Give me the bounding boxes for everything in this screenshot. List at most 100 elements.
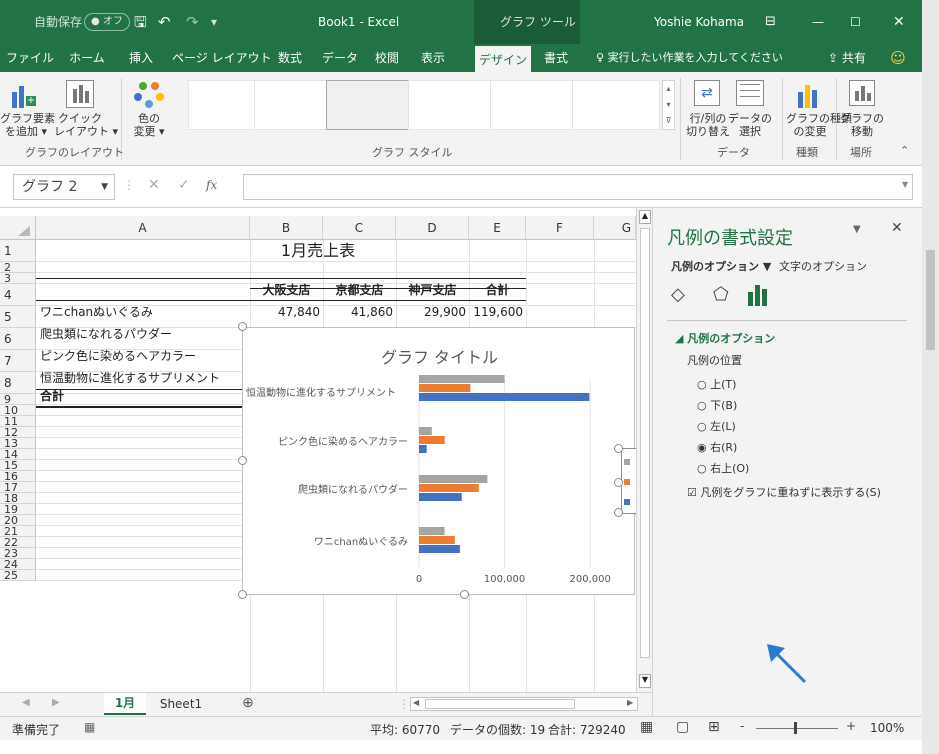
save-icon[interactable]: 🖫	[134, 0, 147, 44]
zoom-slider-thumb[interactable]	[794, 722, 797, 734]
legend-position-option-1[interactable]: ○ 上(T)	[697, 376, 736, 392]
bar-1-3[interactable]	[419, 527, 445, 535]
zoom-level[interactable]: 100%	[870, 721, 904, 735]
row-header-5[interactable]: 5	[0, 306, 36, 328]
bar-4-3[interactable]	[419, 375, 505, 383]
normal-view-icon[interactable]: ▦	[640, 719, 653, 735]
legend-position-option-5[interactable]: ○ 右上(O)	[697, 460, 749, 476]
effects-icon[interactable]: ⬠	[713, 284, 729, 305]
close-icon[interactable]: ✕	[893, 0, 905, 44]
bar-1-1[interactable]	[419, 545, 460, 553]
zoom-in-icon[interactable]: +	[846, 719, 856, 733]
prev-sheet-icon[interactable]: ◀	[22, 697, 30, 708]
select-data-icon[interactable]	[736, 80, 764, 106]
insert-function-icon[interactable]: fx	[206, 178, 217, 192]
radio-icon[interactable]: ○	[697, 462, 710, 475]
legend-handle-bl[interactable]	[614, 508, 623, 517]
smiley-feedback-icon[interactable]: ☺	[888, 44, 908, 72]
tab-formulas[interactable]: 数式	[273, 44, 307, 72]
change-chart-type-button[interactable]: グラフの種類 の変更	[786, 112, 852, 138]
tab-insert[interactable]: 挿入	[124, 44, 158, 72]
header-kyoto[interactable]: 京都支店	[323, 279, 396, 301]
zoom-out-icon[interactable]: -	[740, 719, 744, 733]
window-scrollbar[interactable]	[922, 0, 939, 754]
tab-page-layout[interactable]: ページ レイアウト	[172, 44, 272, 72]
radio-icon[interactable]: ○	[697, 378, 710, 391]
item-1-total[interactable]: 119,600	[469, 301, 523, 323]
chart-object[interactable]: グラフ タイトル ワニchanぬいぐるみ 爬虫類になれるパウダー ピンク色に染めるヘ…	[242, 327, 635, 595]
page-break-view-icon[interactable]: ⊞	[708, 719, 720, 735]
column-header-a[interactable]: A	[36, 216, 250, 240]
bar-3-2[interactable]	[419, 436, 445, 444]
switch-row-column-icon[interactable]: ⇄	[694, 80, 720, 106]
add-chart-element-icon[interactable]: +	[10, 80, 40, 110]
tab-review[interactable]: 校閲	[370, 44, 404, 72]
column-header-b[interactable]: B	[250, 216, 323, 240]
quick-layout-icon[interactable]	[66, 80, 94, 108]
tab-view[interactable]: 表示	[416, 44, 450, 72]
legend-position-option-4[interactable]: ◉ 右(R)	[697, 439, 737, 455]
undo-icon[interactable]: ↶	[158, 0, 171, 44]
chart-style-6[interactable]	[572, 80, 660, 130]
total-label[interactable]: 合計	[40, 385, 240, 407]
row-header-3[interactable]: 3	[0, 273, 36, 284]
bar-4-1[interactable]	[419, 393, 590, 401]
bar-2-2[interactable]	[419, 484, 479, 492]
column-header-c[interactable]: C	[323, 216, 396, 240]
bar-4-2[interactable]	[419, 384, 471, 392]
name-box[interactable]: グラフ 2 ▼	[13, 174, 115, 200]
column-header-e[interactable]: E	[469, 216, 526, 240]
header-total[interactable]: 合計	[469, 279, 526, 301]
tell-me-box[interactable]: ♀ 実行したい作業を入力してください	[596, 44, 783, 72]
user-name[interactable]: Yoshie Kohama	[654, 0, 744, 44]
autosave-toggle[interactable]: ● オフ	[84, 13, 130, 31]
scroll-down-icon[interactable]: ▼	[639, 674, 651, 688]
sheet-tab-jan[interactable]: 1月	[104, 693, 146, 715]
row-header-4[interactable]: 4	[0, 284, 36, 306]
select-data-button[interactable]: データの 選択	[726, 112, 774, 138]
vertical-scrollbar[interactable]: ▲ ▼	[636, 208, 652, 692]
pane-options-icon[interactable]: ▼	[853, 224, 861, 235]
formula-input[interactable]	[243, 174, 913, 200]
pane-close-icon[interactable]: ✕	[891, 220, 903, 236]
chart-style-5[interactable]	[490, 80, 578, 130]
item-name-1[interactable]: ワニchanぬいぐるみ	[40, 301, 250, 323]
bar-3-1[interactable]	[419, 445, 427, 453]
select-all-button[interactable]	[0, 216, 36, 240]
scroll-up-icon[interactable]: ▲	[639, 210, 651, 224]
move-chart-button[interactable]: グラフの 移動	[840, 112, 884, 138]
change-colors-icon[interactable]	[134, 80, 164, 110]
tab-split-icon[interactable]: ⋮	[398, 697, 410, 711]
resize-handle-bl[interactable]	[238, 590, 247, 599]
quick-layout-button[interactable]: クイック レイアウト ▾	[54, 112, 118, 138]
radio-selected-icon[interactable]: ◉	[697, 441, 710, 454]
checkbox-checked-icon[interactable]: ☑	[687, 486, 697, 499]
fill-line-icon[interactable]: ◇	[671, 284, 685, 305]
item-1-kyoto[interactable]: 41,860	[323, 301, 393, 323]
resize-handle-ml[interactable]	[238, 456, 247, 465]
change-colors-button[interactable]: 色の 変更 ▾	[126, 112, 172, 138]
add-sheet-icon[interactable]: ⊕	[242, 695, 254, 711]
expand-formula-icon[interactable]: ▼	[902, 180, 908, 189]
chart-style-4[interactable]	[408, 80, 496, 130]
tab-home[interactable]: ホーム	[66, 44, 108, 72]
bar-1-2[interactable]	[419, 536, 455, 544]
collapse-ribbon-icon[interactable]: ⌃	[900, 144, 909, 157]
bar-3-3[interactable]	[419, 427, 432, 435]
enter-icon[interactable]: ✓	[178, 177, 190, 193]
column-header-g[interactable]: G	[594, 216, 636, 240]
cancel-icon[interactable]: ✕	[148, 177, 160, 193]
tab-design[interactable]: デザイン	[475, 44, 531, 72]
chart-style-3[interactable]	[326, 80, 414, 130]
row-header-7[interactable]: 7	[0, 350, 36, 372]
share-button[interactable]: ⇪ 共有	[828, 44, 866, 72]
legend-handle-ml[interactable]	[614, 478, 623, 487]
row-header-1[interactable]: 1	[0, 240, 36, 262]
qat-customize-icon[interactable]: ▾	[211, 0, 217, 44]
column-header-d[interactable]: D	[396, 216, 469, 240]
resize-handle-bm[interactable]	[460, 590, 469, 599]
header-osaka[interactable]: 大阪支店	[250, 279, 323, 301]
sheet-title[interactable]: 1月売上表	[40, 240, 596, 262]
h-scroll-thumb[interactable]	[425, 699, 575, 709]
scroll-right-icon[interactable]: ▶	[627, 698, 633, 707]
